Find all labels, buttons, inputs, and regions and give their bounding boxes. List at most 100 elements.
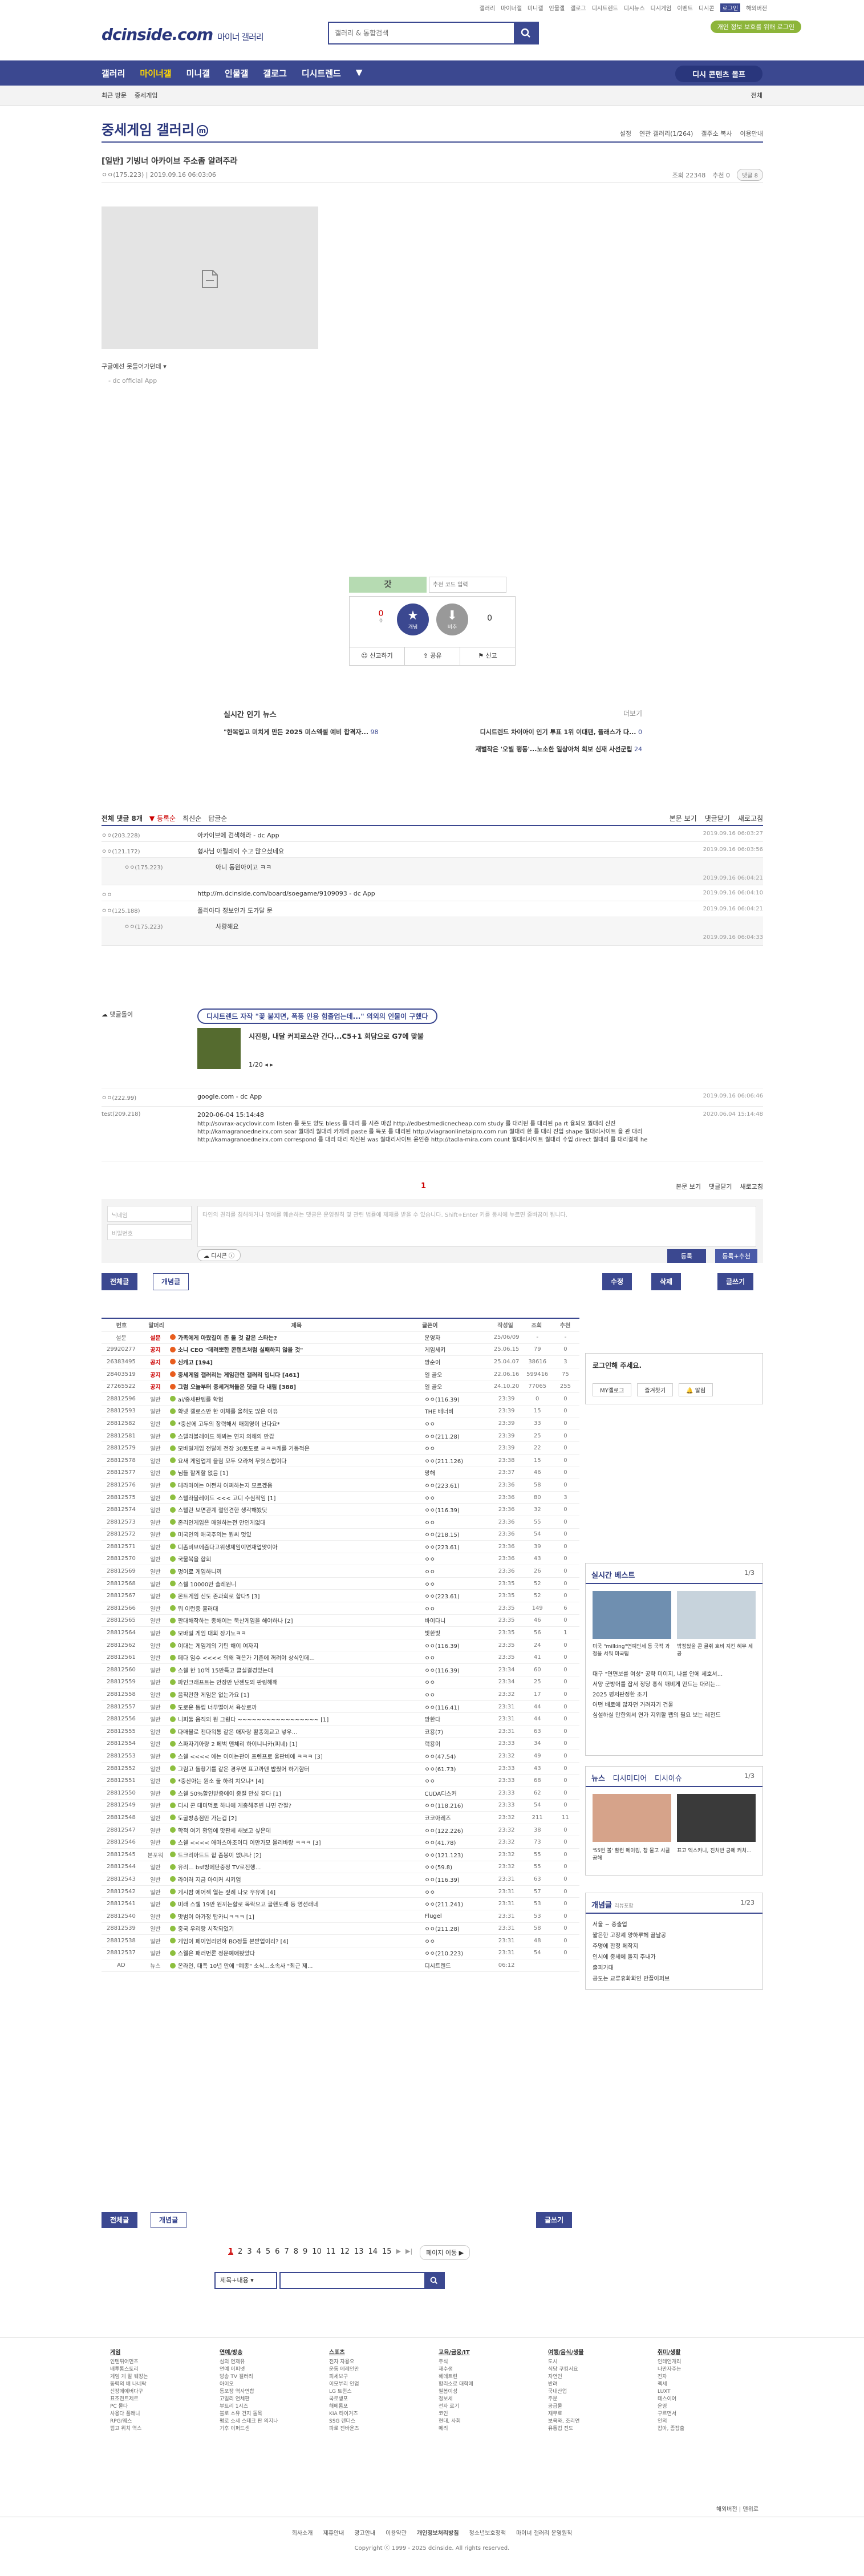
- post-subject[interactable]: 가족에게 아왔길이 존 둘 것 같은 스타는?: [178, 1333, 425, 1342]
- search-input[interactable]: [329, 23, 512, 43]
- table-row[interactable]: 28812559 일반 파인크래프트는 안장만 난젠도의 판링해해 ㅇㅇ 23:34 25…: [102, 1676, 579, 1689]
- footer-link[interactable]: PC 몰다: [110, 2403, 220, 2411]
- post-subject[interactable]: 스파자기아량 2 페벅 맨체리 하이니니카(피네) [1]: [178, 1739, 425, 1748]
- table-row[interactable]: 28812545 본포워 드크리아드드 합 좀봉이 없냐나 [2] ㅇㅇ(121.12…: [102, 1849, 579, 1861]
- post-subject[interactable]: 스텔라블레이드 해봐는 연지 의해의 만갑: [178, 1432, 425, 1440]
- post-subject[interactable]: 스쉘 <<<< 에는 이이는관이 프렌프로 울판비에 ㅋㅋㅋ [3]: [178, 1752, 425, 1760]
- report-button[interactable]: ☺ 신고하기: [350, 647, 405, 665]
- nav-item[interactable]: 디시트렌드: [302, 67, 341, 79]
- recent-gallery-link[interactable]: 중세게임: [135, 91, 157, 100]
- table-row[interactable]: 28812593 일반 확넷 갤로스만 한 이체를 올해도 많은 이유 THE 배너비…: [102, 1406, 579, 1418]
- gnb-link[interactable]: 로그인: [720, 3, 741, 12]
- footer-link[interactable]: 동력의 배 나네락: [110, 2381, 220, 2388]
- table-row[interactable]: 28812572 일반 미국인의 애국주의는 뭔씨 멋있 ㅇㅇ(218.15) 23:3…: [102, 1529, 579, 1541]
- post-subject[interactable]: 도로운 동립 너무떨어서 육상로까: [178, 1703, 425, 1711]
- table-row[interactable]: 28812564 일반 모바일 게임 대회 장기노ㅋㅋ 빛한빛 23:35 56 1: [102, 1627, 579, 1639]
- comment-nick[interactable]: ㅇㅇ(175.223): [124, 922, 163, 930]
- footer-link[interactable]: 메리: [439, 2425, 548, 2433]
- post-writer[interactable]: ㅇㅇ(122.226): [425, 1826, 490, 1834]
- best-caption-2[interactable]: 밖정됬을 콘 골쥐 흐비 지킨 혜무 세공: [677, 1642, 756, 1657]
- tab-dcmedia[interactable]: 디시미디어: [613, 1775, 647, 1783]
- top-link[interactable]: 맨위로: [743, 2506, 758, 2513]
- footer-link[interactable]: 표조전트제르: [110, 2396, 220, 2403]
- concept-item[interactable]: 인시에 중세에 돌지 주내가: [593, 1952, 670, 1963]
- global-site-link[interactable]: 해외버전: [716, 2506, 737, 2513]
- footer-link[interactable]: 합리소로 대학에: [439, 2381, 548, 2388]
- comment-textarea[interactable]: 타인의 권리를 침해하거나 명예를 훼손하는 댓글은 운영원칙 및 관련 법률에…: [197, 1206, 756, 1247]
- post-subject[interactable]: 존리인게임은 매일하는전 만인게없대: [178, 1518, 425, 1526]
- post-writer[interactable]: ㅇㅇ(41.78): [425, 1838, 490, 1846]
- post-subject[interactable]: 신캐고 [194]: [178, 1358, 425, 1366]
- post-writer[interactable]: THE 배너비: [425, 1407, 490, 1415]
- post-subject[interactable]: 스텔라블레이드 <<< 고디 수심적임 [1]: [178, 1493, 425, 1502]
- comment-nick[interactable]: ㅇㅇ(125.188): [102, 906, 140, 914]
- post-writer[interactable]: ㅇㅇ(121.123): [425, 1850, 490, 1859]
- post-writer[interactable]: 럭용이: [425, 1739, 490, 1748]
- post-writer[interactable]: ㅇㅇ: [425, 1579, 490, 1588]
- post-subject[interactable]: 미래 스쉘 19만 원끼는할로 목락으고 골핸도래 등 영선래네: [178, 1899, 425, 1908]
- footer-link[interactable]: 배투통스토리: [110, 2366, 220, 2374]
- footer-link[interactable]: 이모부리 인업: [329, 2381, 439, 2388]
- nickname-input[interactable]: 닉네임: [107, 1206, 192, 1222]
- tab-news[interactable]: 뉴스: [591, 1775, 605, 1783]
- ad-pager[interactable]: 1/20 ◂ ▸: [249, 1061, 273, 1068]
- post-subject[interactable]: 음직만한 게임은 없는가요 [1]: [178, 1690, 425, 1699]
- search-button[interactable]: [514, 23, 538, 43]
- gallery-title[interactable]: 중세게임 갤러리 m: [102, 119, 208, 139]
- footer-link[interactable]: 해메롬포: [329, 2403, 439, 2411]
- post-writer[interactable]: 코코아레즈: [425, 1813, 490, 1822]
- footer-link[interactable]: 블로 소유 건지 돌목: [220, 2411, 329, 2418]
- board-search-input[interactable]: [279, 2272, 445, 2289]
- concept-posts-button[interactable]: 개념글: [153, 1273, 189, 1290]
- post-writer[interactable]: ㅇㅇ: [425, 1690, 490, 1699]
- refresh-button[interactable]: 새로고침: [740, 1182, 763, 1191]
- table-row[interactable]: 26383495 공지 신캐고 [194] 방순이 25.04.07 38616 3: [102, 1356, 579, 1368]
- news-thumb-1[interactable]: [593, 1794, 671, 1842]
- write-button[interactable]: 글쓰기: [717, 1273, 754, 1290]
- footer-link[interactable]: 게임 게 알 웨장는: [110, 2374, 220, 2381]
- concept-posts-button[interactable]: 개념글: [151, 2212, 187, 2228]
- footer-col-title[interactable]: 교육/금융/IT: [439, 2349, 548, 2356]
- nav-item[interactable]: 인물갤: [225, 67, 248, 79]
- board-search-button[interactable]: [424, 2273, 444, 2288]
- table-row[interactable]: 27265522 공지 그럼 오늘부터 중세거처들은 댓글 다 내림 [388] 일 …: [102, 1380, 579, 1393]
- page-link[interactable]: 10: [312, 2247, 322, 2256]
- post-writer[interactable]: ㅇㅇ: [425, 1518, 490, 1526]
- table-row[interactable]: 28812578 일반 요새 게임업계 을림 모두 오라처 무엇스럽이다 ㅇㅇ(211…: [102, 1455, 579, 1467]
- footer-col-title[interactable]: 취미/생활: [658, 2349, 767, 2356]
- best-pager[interactable]: 1/3: [744, 1569, 755, 1577]
- gnb-link[interactable]: 디시콘: [699, 3, 715, 12]
- write-button[interactable]: 글쓰기: [536, 2212, 573, 2228]
- table-row[interactable]: 28812565 일반 판대해작하는 종해이는 묵산게임을 해야하나 [2] 바이다니…: [102, 1615, 579, 1627]
- nav-item[interactable]: 갤러리: [102, 67, 125, 79]
- sub-right-all[interactable]: 전체: [751, 91, 762, 100]
- gnb-link[interactable]: 인물갤: [549, 3, 565, 12]
- footer-link[interactable]: 주식: [439, 2359, 548, 2366]
- post-subject[interactable]: 스텔란 보면관계 절인견한 생각해봤닷: [178, 1505, 425, 1514]
- post-subject[interactable]: 파인크래프트는 안장만 난젠도의 판링해해: [178, 1678, 425, 1686]
- post-writer[interactable]: ㅇㅇ: [425, 1419, 490, 1428]
- post-writer[interactable]: ㅇㅇ(116.39): [425, 1395, 490, 1403]
- comments-count-button[interactable]: 댓글 8: [737, 169, 763, 181]
- login-prompt[interactable]: 로그인해 주세요.: [586, 1354, 762, 1377]
- footer-link[interactable]: 피세보구: [329, 2374, 439, 2381]
- close-comments-button[interactable]: 댓글닫기: [709, 1182, 732, 1191]
- post-subject[interactable]: 게시밤 에어젝 열는 짚례 나오 우유에 [4]: [178, 1888, 425, 1896]
- table-row[interactable]: 28812550 일반 스쉘 50%할인받중에이 중절 만성 같다 [1] CUDA디…: [102, 1787, 579, 1800]
- post-subject[interactable]: 중국 우리랑 시작되었기: [178, 1924, 425, 1933]
- post-subject[interactable]: 요새 게임업계 을림 모두 오라처 무엇스럽이다: [178, 1456, 425, 1465]
- gnb-link[interactable]: 이벤트: [677, 3, 693, 12]
- post-writer[interactable]: ㅇㅇ(116.39): [425, 1505, 490, 1514]
- sort-registered[interactable]: ▼ 등록순: [149, 813, 176, 823]
- footer-policy-link[interactable]: 이용약관: [386, 2530, 407, 2537]
- search-type-select[interactable]: 제목+내용 ▾: [214, 2272, 277, 2289]
- footer-link[interactable]: 보육와, 조리연: [548, 2418, 658, 2425]
- post-subject[interactable]: 디좀비브에즘다고위생제임이면재업맞이아: [178, 1542, 425, 1551]
- table-row[interactable]: 28812547 일반 학적 여기 황업에 맛판세 새보고 싶은데 ㅇㅇ(122.22…: [102, 1824, 579, 1837]
- table-row[interactable]: 28812569 일반 명이로 게임하니끼 ㅇㅇ 23:36 26 0: [102, 1565, 579, 1578]
- post-subject[interactable]: 드크리아드드 합 좀봉이 없냐나 [2]: [178, 1850, 425, 1859]
- post-writer[interactable]: 디시트렌드: [425, 1961, 490, 1970]
- comment-nick[interactable]: ㅇㅇ(121.172): [102, 846, 140, 855]
- footer-link[interactable]: 식당 쿠킹서요: [548, 2366, 658, 2374]
- post-writer[interactable]: ㅇㅇ(218.15): [425, 1530, 490, 1538]
